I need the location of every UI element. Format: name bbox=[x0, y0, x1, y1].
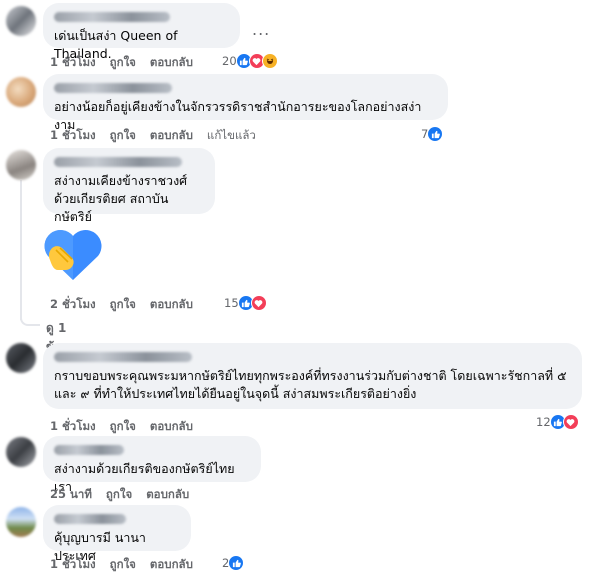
reply-button[interactable]: ตอบกลับ bbox=[150, 54, 193, 72]
thread-line bbox=[20, 180, 22, 320]
comment-actions: 1 ชั่วโมง ถูกใจ ตอบกลับ bbox=[50, 54, 207, 72]
reaction-count: 20 bbox=[222, 54, 237, 68]
avatar[interactable] bbox=[6, 150, 36, 180]
comment-bubble: คุ้บุญบารมี นานาประเทศ bbox=[43, 505, 191, 563]
avatar[interactable] bbox=[6, 77, 36, 107]
timestamp[interactable]: 1 ชั่วโมง bbox=[50, 127, 96, 145]
timestamp[interactable]: 1 ชั่วโมง bbox=[50, 418, 96, 436]
commenter-name[interactable] bbox=[54, 514, 126, 524]
reply-button[interactable]: ตอบกลับ bbox=[146, 486, 189, 504]
love-icon bbox=[250, 295, 267, 311]
thread-line-curve bbox=[20, 318, 40, 326]
like-icon bbox=[228, 555, 245, 571]
comment-bubble: กราบขอบพระคุณพระมหากษัตริย์ไทยทุกพระองค์… bbox=[43, 343, 582, 409]
heart-hands-sticker bbox=[44, 229, 102, 280]
reaction-count: 12 bbox=[536, 415, 551, 429]
reply-button[interactable]: ตอบกลับ bbox=[150, 418, 193, 436]
like-button[interactable]: ถูกใจ bbox=[110, 127, 136, 145]
commenter-name[interactable] bbox=[54, 157, 182, 167]
comment-text: กราบขอบพระคุณพระมหากษัตริย์ไทยทุกพระองค์… bbox=[54, 368, 567, 401]
comment-actions: 1 ชั่วโมง ถูกใจ ตอบกลับ bbox=[50, 556, 207, 574]
reaction-summary[interactable]: 7 bbox=[421, 126, 444, 142]
comment-bubble: เด่นเป็นสง่า Queen of Thailand. bbox=[43, 3, 240, 61]
haha-icon bbox=[261, 53, 278, 69]
reply-button[interactable]: ตอบกลับ bbox=[150, 127, 193, 145]
avatar[interactable] bbox=[6, 437, 36, 467]
like-button[interactable]: ถูกใจ bbox=[110, 296, 136, 314]
avatar[interactable] bbox=[6, 343, 36, 373]
comment-actions: 25 นาที ถูกใจ ตอบกลับ bbox=[50, 486, 203, 504]
reaction-summary[interactable]: 12 bbox=[536, 414, 579, 430]
commenter-name[interactable] bbox=[54, 83, 172, 93]
comment-actions: 2 ชั่วโมง ถูกใจ ตอบกลับ bbox=[50, 296, 207, 314]
more-options-icon[interactable]: ... bbox=[252, 20, 270, 39]
comment-bubble: สง่างามด้วยเกียรติของกษัตริย์ไทยเรา bbox=[43, 436, 261, 494]
like-icon bbox=[427, 126, 444, 142]
like-button[interactable]: ถูกใจ bbox=[110, 54, 136, 72]
like-button[interactable]: ถูกใจ bbox=[110, 418, 136, 436]
reaction-summary[interactable]: 20 bbox=[222, 53, 278, 69]
commenter-name[interactable] bbox=[54, 12, 170, 22]
like-button[interactable]: ถูกใจ bbox=[110, 556, 136, 574]
avatar[interactable] bbox=[6, 6, 36, 36]
comment-actions: 1 ชั่วโมง ถูกใจ ตอบกลับ bbox=[50, 418, 207, 436]
reaction-summary[interactable]: 2 bbox=[222, 555, 245, 571]
comment-actions: 1 ชั่วโมง ถูกใจ ตอบกลับ แก้ไขแล้ว bbox=[50, 127, 270, 145]
timestamp[interactable]: 1 ชั่วโมง bbox=[50, 54, 96, 72]
comment-bubble: สง่างามเคียงข้างราชวงศ์ ด้วยเกียรติยศ สถ… bbox=[43, 148, 215, 224]
edited-label: แก้ไขแล้ว bbox=[206, 128, 256, 142]
reply-button[interactable]: ตอบกลับ bbox=[150, 556, 193, 574]
comment-text: สง่างามเคียงข้างราชวงศ์ ด้วยเกียรติยศ สถ… bbox=[54, 173, 188, 224]
avatar[interactable] bbox=[6, 507, 36, 537]
comment-bubble: อย่างน้อยก็อยู่เคียงข้างในจักรวรรดิราชสำ… bbox=[43, 74, 448, 132]
commenter-name[interactable] bbox=[54, 352, 192, 362]
timestamp[interactable]: 2 ชั่วโมง bbox=[50, 296, 96, 314]
timestamp[interactable]: 1 ชั่วโมง bbox=[50, 556, 96, 574]
timestamp[interactable]: 25 นาที bbox=[50, 486, 92, 504]
reaction-count: 15 bbox=[224, 296, 239, 310]
reaction-summary[interactable]: 15 bbox=[224, 295, 267, 311]
reply-button[interactable]: ตอบกลับ bbox=[150, 296, 193, 314]
commenter-name[interactable] bbox=[54, 445, 124, 455]
like-button[interactable]: ถูกใจ bbox=[106, 486, 132, 504]
love-icon bbox=[562, 414, 579, 430]
